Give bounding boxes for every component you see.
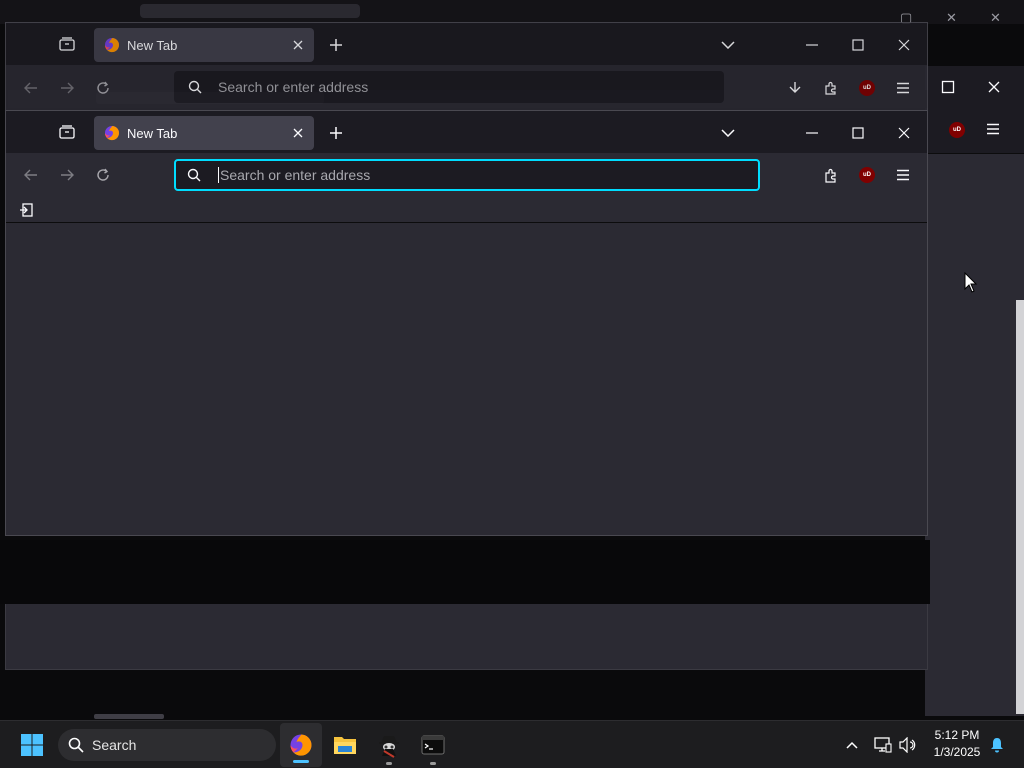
running-app-indicator xyxy=(386,762,392,765)
close-icon[interactable] xyxy=(892,121,916,145)
new-tab-icon[interactable] xyxy=(324,33,348,57)
list-all-tabs-icon[interactable] xyxy=(716,33,740,57)
menu-icon[interactable] xyxy=(892,164,914,186)
search-icon xyxy=(176,168,212,182)
import-bookmarks-icon[interactable] xyxy=(16,201,36,219)
background-scrollbar[interactable] xyxy=(1016,300,1024,714)
search-icon xyxy=(68,737,84,753)
forward-icon[interactable] xyxy=(56,164,78,186)
back-icon[interactable] xyxy=(20,77,42,99)
minimize-icon[interactable] xyxy=(800,121,824,145)
clock-time: 5:12 PM xyxy=(934,728,980,742)
running-app-indicator xyxy=(430,762,436,765)
menu-icon xyxy=(987,123,999,135)
reload-icon[interactable] xyxy=(92,77,114,99)
tab-new-tab[interactable]: New Tab xyxy=(94,116,314,150)
windows-start-icon[interactable] xyxy=(14,721,50,768)
firefox-icon xyxy=(104,126,120,141)
background-window-toolbar: uD xyxy=(925,108,1024,154)
firefox-view-icon[interactable] xyxy=(56,121,78,143)
text-caret xyxy=(218,167,219,183)
download-icon[interactable] xyxy=(784,77,806,99)
forward-icon[interactable] xyxy=(56,77,78,99)
tab-title: New Tab xyxy=(127,37,178,53)
taskbar-search-label: Search xyxy=(92,737,137,753)
url-bar[interactable] xyxy=(174,159,760,191)
background-window-right: uD xyxy=(925,66,1024,716)
url-placeholder: Search or enter address xyxy=(218,79,369,95)
firefox-icon xyxy=(290,734,312,756)
tab-new-tab-background[interactable]: New Tab xyxy=(94,28,314,62)
taskbar: Search 5:12 PM 1/3/2025 xyxy=(0,720,1024,768)
clock-date: 1/3/2025 xyxy=(933,745,981,759)
background-close-icon: ✕ xyxy=(946,10,957,25)
tab-bar: New Tab xyxy=(6,23,927,65)
search-icon xyxy=(188,80,202,94)
system-clock[interactable]: 5:12 PM 1/3/2025 xyxy=(922,727,992,761)
list-all-tabs-icon[interactable] xyxy=(716,121,740,145)
active-app-indicator xyxy=(293,760,309,763)
background-window-content xyxy=(5,604,928,670)
background-maximize-icon xyxy=(941,80,955,94)
minimize-icon[interactable] xyxy=(800,33,824,57)
background-horizontal-scrollbar[interactable] xyxy=(94,714,164,719)
firefox-view-icon[interactable] xyxy=(56,33,78,55)
background-window-top-edge: ▢ ✕ ✕ xyxy=(0,0,1024,25)
ublock-origin-icon: uD xyxy=(949,122,965,138)
url-bar-background[interactable]: Search or enter address xyxy=(174,71,724,103)
bookmarks-toolbar xyxy=(6,197,927,223)
tab-title: New Tab xyxy=(127,125,178,141)
taskbar-search-box[interactable]: Search xyxy=(58,729,276,761)
mouse-cursor-icon xyxy=(964,272,978,293)
network-icon[interactable] xyxy=(872,721,894,768)
extensions-icon[interactable] xyxy=(820,164,842,186)
background-close-icon-2: ✕ xyxy=(990,10,1001,25)
volume-icon[interactable] xyxy=(897,721,919,768)
taskbar-app-spy[interactable] xyxy=(368,721,410,768)
folder-icon xyxy=(334,737,356,754)
maximize-icon[interactable] xyxy=(846,33,870,57)
maximize-icon[interactable] xyxy=(846,121,870,145)
firefox-icon xyxy=(104,38,120,53)
background-window-titlebar xyxy=(925,66,1024,108)
chevron-up-icon[interactable] xyxy=(840,721,864,768)
taskbar-app-file-explorer[interactable] xyxy=(324,721,366,768)
back-icon[interactable] xyxy=(20,164,42,186)
desktop-shadow-area xyxy=(0,540,930,604)
taskbar-app-terminal[interactable] xyxy=(412,721,454,768)
ublock-origin-icon[interactable]: uD xyxy=(856,77,878,99)
page-content[interactable] xyxy=(6,224,927,535)
close-icon[interactable] xyxy=(286,121,310,145)
url-input[interactable] xyxy=(220,167,700,183)
close-icon[interactable] xyxy=(892,33,916,57)
menu-icon[interactable] xyxy=(892,77,914,99)
firefox-window[interactable]: New Tab uD xyxy=(5,110,928,536)
tab-bar: New Tab xyxy=(6,111,927,153)
close-icon[interactable] xyxy=(286,33,310,57)
extensions-icon[interactable] xyxy=(820,77,842,99)
spy-icon xyxy=(379,736,399,758)
background-close-icon xyxy=(988,81,1000,93)
reload-icon[interactable] xyxy=(92,164,114,186)
ublock-origin-icon[interactable]: uD xyxy=(856,164,878,186)
navigation-toolbar: Search or enter address uD xyxy=(6,65,927,109)
notification-bell-icon[interactable] xyxy=(986,721,1008,768)
background-tab-stub xyxy=(140,4,360,18)
terminal-icon xyxy=(421,735,445,755)
new-tab-icon[interactable] xyxy=(324,121,348,145)
taskbar-app-firefox[interactable] xyxy=(280,723,322,767)
